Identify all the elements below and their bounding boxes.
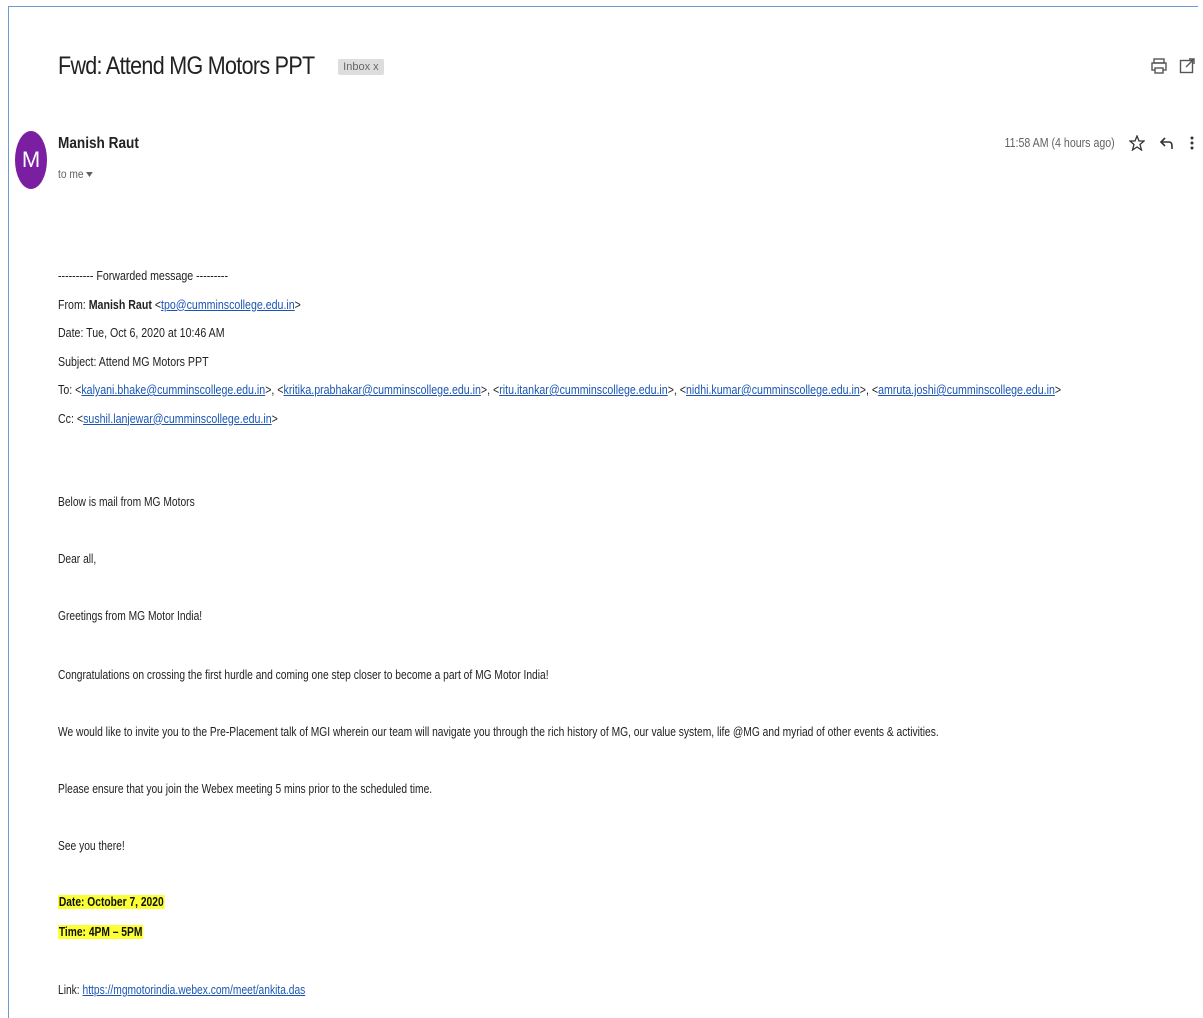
forwarded-divider: ---------- Forwarded message --------- <box>58 269 228 283</box>
email-frame <box>8 6 1198 1018</box>
inbox-label-chip[interactable]: Inbox x <box>338 58 384 75</box>
more-options-icon[interactable] <box>1189 135 1195 151</box>
recipients-summary[interactable]: to me <box>58 167 93 181</box>
reply-icon[interactable] <box>1159 135 1175 151</box>
email-subject: Fwd: Attend MG Motors PPT <box>58 52 315 80</box>
remove-label-icon[interactable]: x <box>373 61 379 73</box>
open-in-new-window-icon[interactable] <box>1179 58 1195 74</box>
from-name: Manish Raut <box>88 297 152 312</box>
to-email-link[interactable]: kritika.prabhakar@cumminscollege.edu.in <box>284 383 481 397</box>
message-time: 11:58 AM (4 hours ago) <box>1004 136 1115 150</box>
to-email-link[interactable]: kalyani.bhake@cumminscollege.edu.in <box>81 383 265 397</box>
webex-meeting-link[interactable]: https://mgmotorindia.webex.com/meet/anki… <box>83 983 306 997</box>
star-icon[interactable] <box>1129 135 1145 151</box>
sender-name[interactable]: Manish Raut <box>58 135 139 153</box>
cc-email-link[interactable]: sushil.lanjewar@cumminscollege.edu.in <box>83 412 272 426</box>
body-invite: We would like to invite you to the Pre-P… <box>58 725 939 739</box>
event-time: Time: 4PM – 5PM <box>58 925 144 939</box>
forwarded-from: From: Manish Raut <tpo@cumminscollege.ed… <box>58 297 301 312</box>
event-date: Date: October 7, 2020 <box>58 895 165 909</box>
chevron-down-icon[interactable] <box>86 167 93 181</box>
to-email-link[interactable]: ritu.itankar@cumminscollege.edu.in <box>499 383 667 397</box>
to-email-link[interactable]: nidhi.kumar@cumminscollege.edu.in <box>686 383 860 397</box>
link-label: Link: <box>58 983 80 997</box>
forwarded-to: To: <kalyani.bhake@cumminscollege.edu.in… <box>58 383 1062 397</box>
forwarded-header: ---------- Forwarded message --------- F… <box>58 262 1168 433</box>
to-label: To: <box>58 383 73 397</box>
body-see-you: See you there! <box>58 839 125 853</box>
print-icon[interactable] <box>1151 58 1167 74</box>
message-meta: 11:58 AM (4 hours ago) <box>985 135 1195 151</box>
top-toolbar <box>1151 58 1195 74</box>
meeting-link-row: Link: https://mgmotorindia.webex.com/mee… <box>58 983 305 997</box>
body-intro: Below is mail from MG Motors <box>58 495 195 509</box>
body-ensure: Please ensure that you join the Webex me… <box>58 782 433 796</box>
body-congrats: Congratulations on crossing the first hu… <box>58 668 549 682</box>
forwarded-date: Date: Tue, Oct 6, 2020 at 10:46 AM <box>58 326 225 340</box>
subject-row: Fwd: Attend MG Motors PPT Inbox x <box>58 52 384 81</box>
sender-avatar[interactable]: M <box>15 131 47 189</box>
to-email-link[interactable]: amruta.joshi@cumminscollege.edu.in <box>878 383 1055 397</box>
cc-label: Cc: <box>58 411 74 426</box>
body-greetings-line: Greetings from MG Motor India! <box>58 609 203 623</box>
from-email-link[interactable]: tpo@cumminscollege.edu.in <box>161 298 295 312</box>
forwarded-cc: Cc: <sushil.lanjewar@cumminscollege.edu.… <box>58 411 278 426</box>
avatar-letter: M <box>21 147 41 172</box>
from-label: From: <box>58 297 86 312</box>
forwarded-subject: Subject: Attend MG Motors PPT <box>58 354 209 369</box>
body-greeting: Dear all, <box>58 552 97 566</box>
inbox-label: Inbox <box>343 60 371 73</box>
event-date-highlight: Date: October 7, 2020 <box>58 895 165 909</box>
to-me-label: to me <box>58 167 84 181</box>
event-time-highlight: Time: 4PM – 5PM <box>58 925 144 939</box>
